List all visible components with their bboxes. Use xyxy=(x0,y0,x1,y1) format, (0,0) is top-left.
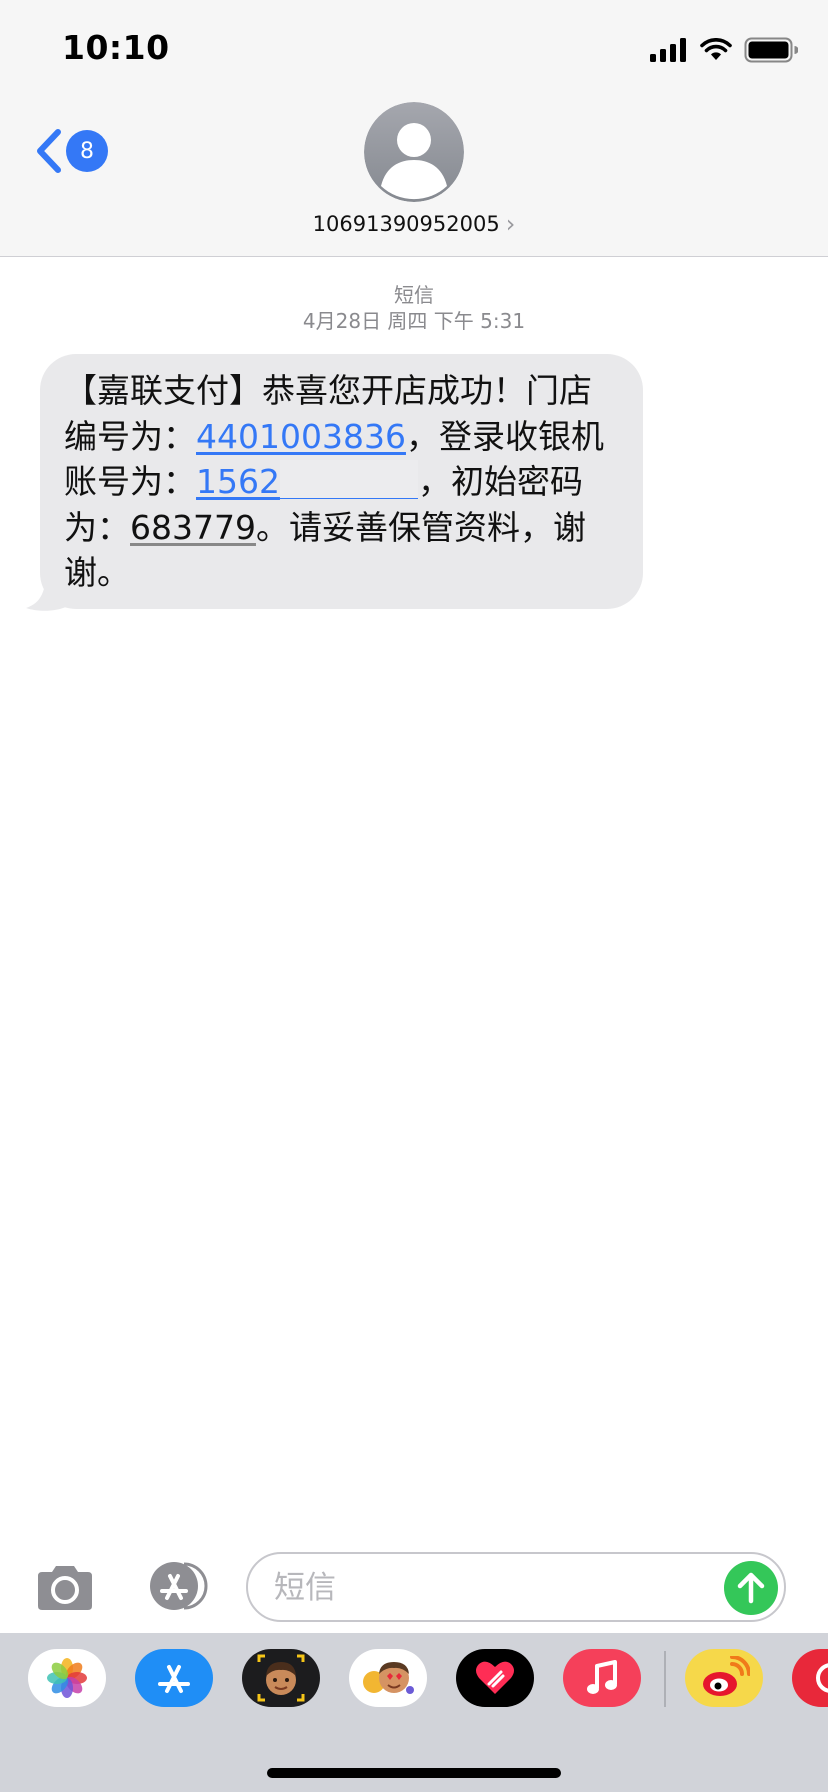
camera-button[interactable] xyxy=(34,1564,96,1612)
password-detected-link[interactable]: 683779 xyxy=(130,508,256,547)
digital-touch-app[interactable] xyxy=(456,1649,534,1707)
animoji-icon xyxy=(363,1662,414,1694)
back-button[interactable]: 8 xyxy=(32,128,108,174)
app-store-app[interactable] xyxy=(135,1649,213,1707)
timestamp-label: 4月28日 周四 下午 5:31 xyxy=(302,309,526,333)
person-avatar-icon xyxy=(364,102,464,202)
contact-number: 10691390952005 xyxy=(312,212,500,236)
redacted-region xyxy=(279,460,418,499)
partial-app-icon xyxy=(816,1663,828,1693)
unread-count-badge: 8 xyxy=(66,130,108,172)
photos-app[interactable] xyxy=(28,1649,106,1707)
message-timestamp: 短信 4月28日 周四 下午 5:31 xyxy=(0,282,828,334)
message-input-container xyxy=(246,1552,786,1622)
camera-icon xyxy=(38,1566,92,1610)
app-store-icon xyxy=(150,1562,208,1610)
contact-details-link[interactable]: 10691390952005 › xyxy=(0,210,828,238)
wifi-icon xyxy=(700,38,732,60)
send-button[interactable] xyxy=(724,1561,778,1615)
battery-icon xyxy=(744,37,798,63)
music-icon xyxy=(587,1660,617,1694)
chevron-right-icon: › xyxy=(505,210,516,238)
message-composer xyxy=(0,1540,828,1632)
app-store-icon xyxy=(158,1665,190,1693)
memoji-stickers-icon xyxy=(257,1654,305,1702)
account-prefix: 1562 xyxy=(196,462,280,501)
digital-touch-icon xyxy=(476,1661,514,1694)
service-label: 短信 xyxy=(394,283,434,307)
arrow-up-icon xyxy=(737,1572,765,1604)
photos-icon xyxy=(47,1658,87,1698)
memoji-stickers-app[interactable] xyxy=(242,1649,320,1707)
animoji-app[interactable] xyxy=(349,1649,427,1707)
message-bubble[interactable]: 【嘉联支付】恭喜您开店成功！门店编号为：4401003836，登录收银机账号为：… xyxy=(40,354,643,609)
weibo-icon xyxy=(703,1656,750,1696)
message-input[interactable] xyxy=(272,1564,696,1612)
conversation-header: 10:10 8 10691390952005 › xyxy=(0,0,828,257)
home-indicator xyxy=(267,1768,561,1778)
weibo-app[interactable] xyxy=(685,1649,763,1707)
music-app[interactable] xyxy=(563,1649,641,1707)
chevron-left-icon xyxy=(37,129,61,173)
store-number-link[interactable]: 4401003836 xyxy=(196,417,406,456)
tray-divider xyxy=(664,1651,666,1707)
partial-app[interactable] xyxy=(792,1649,828,1707)
contact-avatar[interactable] xyxy=(364,102,464,202)
apps-button[interactable] xyxy=(140,1560,214,1612)
status-icons xyxy=(650,34,798,66)
status-time: 10:10 xyxy=(62,28,170,67)
cellular-signal-icon xyxy=(650,38,686,62)
account-number-link[interactable]: 1562 xyxy=(196,460,418,501)
